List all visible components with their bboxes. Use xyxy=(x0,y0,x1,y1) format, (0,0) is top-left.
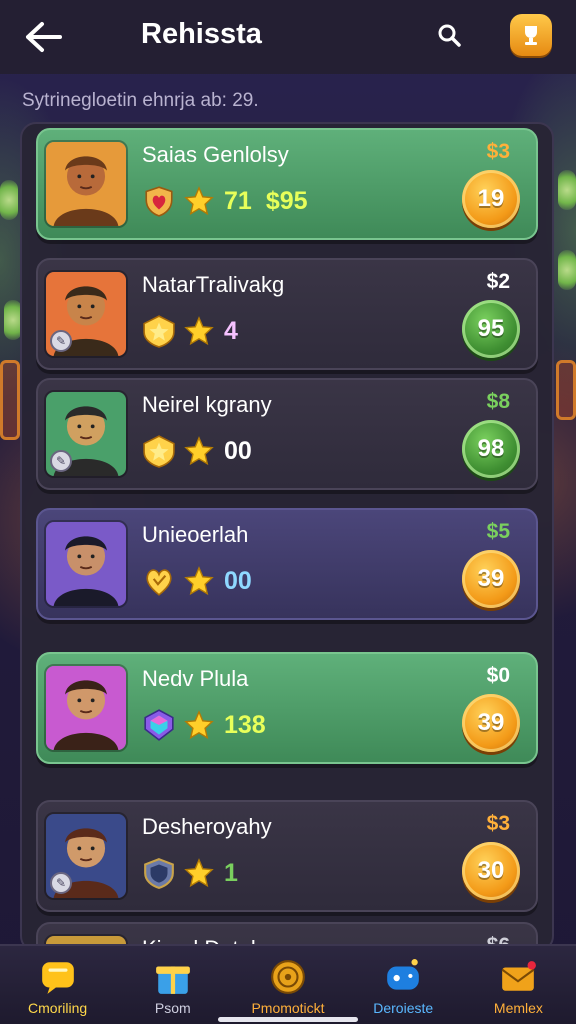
player-stats: 138 xyxy=(142,706,266,744)
level-coin-button[interactable]: 98 xyxy=(462,420,520,478)
level-coin-button[interactable]: 19 xyxy=(462,170,520,228)
trophy-icon xyxy=(525,26,537,45)
player-name: Desheroyahy xyxy=(142,814,272,839)
player-rating: 71 xyxy=(224,186,252,215)
player-price: $5 xyxy=(486,520,510,543)
blue-shield-icon xyxy=(144,858,174,889)
player-avatar[interactable]: ✎ xyxy=(44,812,128,900)
player-price: $0 xyxy=(486,664,510,687)
nav-icon-wrap xyxy=(499,958,537,996)
nav-icon-wrap xyxy=(384,958,422,996)
player-name: Nedv Plula xyxy=(142,666,249,691)
player-rating: 4 xyxy=(224,316,238,345)
medal-coin-icon xyxy=(271,960,305,994)
nav-label: Psom xyxy=(154,1000,191,1016)
player-name: Neirel kgrany xyxy=(142,392,272,417)
player-avatar[interactable] xyxy=(44,664,128,752)
profile-button[interactable] xyxy=(510,14,552,56)
player-portrait xyxy=(46,522,126,606)
page-title: Rehissta xyxy=(141,18,262,50)
edit-badge-icon[interactable]: ✎ xyxy=(50,330,72,352)
edit-badge-icon[interactable]: ✎ xyxy=(50,450,72,472)
nav-item-5[interactable]: Memlex xyxy=(461,946,576,1024)
nav-label: Memlex xyxy=(493,1000,543,1016)
gold-star-shield-icon xyxy=(143,435,175,468)
nav-item-1[interactable]: Cmoriling xyxy=(0,946,115,1024)
player-rating: 1 xyxy=(224,858,238,887)
gold-star-shield-icon xyxy=(143,315,175,348)
edit-badge-icon[interactable]: ✎ xyxy=(50,872,72,894)
player-card[interactable]: Unieoerlah 00 $5 39 xyxy=(36,508,538,620)
player-price: $3 xyxy=(486,812,510,835)
player-name: Saias Genlolsy xyxy=(142,142,289,167)
level-coin-button[interactable]: 30 xyxy=(462,842,520,900)
nav-label: Cmoriling xyxy=(28,1000,88,1016)
nav-item-3[interactable]: Pmomotickt xyxy=(230,946,345,1024)
player-avatar[interactable]: ✎ xyxy=(44,390,128,478)
star-icon xyxy=(184,316,214,346)
star-icon xyxy=(184,566,214,596)
player-stats: 4 xyxy=(142,312,238,350)
gold-heart-icon xyxy=(146,569,172,596)
arrow-left-icon xyxy=(26,22,62,52)
player-stats: 00 xyxy=(142,562,252,600)
star-icon xyxy=(184,710,214,740)
bg-lamp-left xyxy=(0,180,18,220)
player-price: $8 xyxy=(486,390,510,413)
nav-label: Deroieste xyxy=(373,1000,434,1016)
player-score: $95 xyxy=(265,186,308,215)
gift-box-icon xyxy=(155,966,190,994)
player-stats: 71 $95 xyxy=(142,182,308,220)
home-indicator xyxy=(218,1017,358,1022)
player-card[interactable]: ✎ Desheroyahy 1 $3 30 xyxy=(36,800,538,912)
chat-bubble-icon xyxy=(41,962,74,994)
back-button[interactable] xyxy=(20,14,66,60)
player-card[interactable]: ✎ NatarTralivakg 4 $2 95 xyxy=(36,258,538,370)
player-price: $2 xyxy=(486,270,510,293)
level-coin-button[interactable]: 39 xyxy=(462,550,520,608)
red-heart-shield-icon xyxy=(145,186,173,217)
mail-envelope-icon xyxy=(501,961,537,991)
player-rating: 00 xyxy=(224,566,252,595)
bg-lamp-right-2 xyxy=(558,250,576,290)
star-icon xyxy=(184,858,214,888)
star-icon xyxy=(184,436,214,466)
level-coin-button[interactable]: 39 xyxy=(462,694,520,752)
nav-item-4[interactable]: Deroieste xyxy=(346,946,461,1024)
top-app-bar: Rehissta xyxy=(0,0,576,74)
purple-gem-shield-icon xyxy=(144,709,174,741)
nav-label: Pmomotickt xyxy=(251,1000,325,1016)
player-name: NatarTralivakg xyxy=(142,272,285,297)
nav-icon-wrap xyxy=(154,958,192,996)
player-list-panel[interactable]: Saias Genlolsy 71 $95 $3 19 ✎ NatarTralivakg 4 $… xyxy=(20,122,554,952)
player-avatar[interactable] xyxy=(44,520,128,608)
player-card[interactable]: Saias Genlolsy 71 $95 $3 19 xyxy=(36,128,538,240)
bg-sign-left xyxy=(0,360,20,440)
player-price: $3 xyxy=(486,140,510,163)
bg-sign-right xyxy=(556,360,576,420)
player-name: Unieoerlah xyxy=(142,522,249,547)
level-coin-button[interactable]: 95 xyxy=(462,300,520,358)
player-rating: 00 xyxy=(224,436,252,465)
search-button[interactable] xyxy=(432,18,466,52)
player-avatar[interactable] xyxy=(44,140,128,228)
star-icon xyxy=(184,186,214,216)
list-subtitle: Sytrinegloetin ehnrja ab: 29. xyxy=(22,90,259,111)
player-portrait xyxy=(46,142,126,226)
player-card[interactable]: Nedv Plula 138 $0 39 xyxy=(36,652,538,764)
nav-icon-wrap xyxy=(39,958,77,996)
player-stats: 1 xyxy=(142,854,238,892)
bg-lamp-right xyxy=(558,170,576,210)
player-portrait xyxy=(46,666,126,750)
player-card[interactable]: ✎ Neirel kgrany 00 $8 98 xyxy=(36,378,538,490)
player-avatar[interactable]: ✎ xyxy=(44,270,128,358)
player-rating: 138 xyxy=(224,710,266,739)
nav-item-2[interactable]: Psom xyxy=(115,946,230,1024)
bottom-navigation: Cmoriling Psom Pmomotickt Deroieste Memlex xyxy=(0,944,576,1024)
game-controller-icon xyxy=(387,959,420,990)
search-icon xyxy=(438,24,461,47)
nav-icon-wrap xyxy=(269,958,307,996)
player-stats: 00 xyxy=(142,432,252,470)
